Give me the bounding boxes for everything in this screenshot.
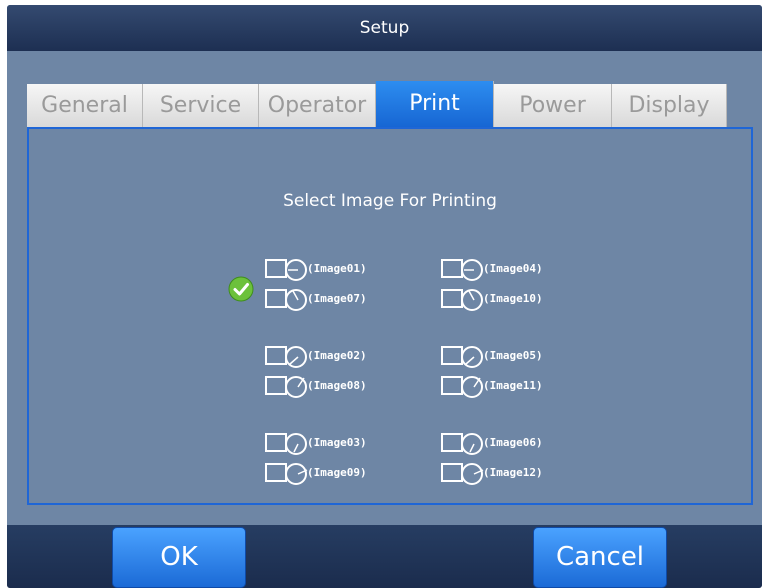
image-option-5[interactable]: (Image02) (265, 344, 425, 370)
image-option-label: (Image12) (483, 466, 543, 479)
tab-service[interactable]: Service (143, 84, 259, 127)
tab-display[interactable]: Display (612, 84, 727, 127)
tab-power[interactable]: Power (494, 84, 612, 127)
panel-title: Select Image For Printing (283, 191, 497, 211)
title-bar: Setup (7, 5, 762, 51)
image-option-7[interactable]: (Image08) (265, 374, 425, 400)
image-thumbnail-icon (265, 259, 307, 281)
image-thumbnail-icon (441, 433, 483, 455)
image-option-2[interactable]: (Image04) (441, 257, 601, 283)
image-thumbnail-icon (265, 376, 307, 398)
tab-operator[interactable]: Operator (259, 84, 376, 127)
image-thumbnail-icon (265, 289, 307, 311)
window-title: Setup (359, 18, 410, 38)
image-thumbnail-icon (265, 346, 307, 368)
image-thumbnail-icon (265, 433, 307, 455)
image-option-label: (Image11) (483, 379, 543, 392)
image-option-label: (Image03) (307, 436, 367, 449)
image-option-6[interactable]: (Image05) (441, 344, 601, 370)
image-option-label: (Image02) (307, 349, 367, 362)
image-thumbnail-icon (441, 259, 483, 281)
tab-print[interactable]: Print (376, 81, 494, 127)
image-option-label: (Image08) (307, 379, 367, 392)
ok-button[interactable]: OK (112, 527, 246, 588)
image-thumbnail-icon (441, 289, 483, 311)
image-option-label: (Image01) (307, 262, 367, 275)
image-option-label: (Image04) (483, 262, 543, 275)
image-thumbnail-icon (441, 346, 483, 368)
selected-check-icon (228, 276, 254, 302)
image-option-label: (Image10) (483, 292, 543, 305)
image-option-3[interactable]: (Image07) (265, 287, 425, 313)
cancel-button[interactable]: Cancel (533, 527, 667, 588)
image-option-12[interactable]: (Image12) (441, 461, 601, 487)
image-thumbnail-icon (441, 463, 484, 485)
image-option-label: (Image05) (483, 349, 543, 362)
image-option-10[interactable]: (Image06) (441, 431, 601, 457)
image-option-9[interactable]: (Image03) (265, 431, 425, 457)
image-option-label: (Image06) (483, 436, 543, 449)
setup-window: Setup General Service Operator Print Pow… (7, 5, 762, 588)
image-option-label: (Image09) (307, 466, 367, 479)
image-thumbnail-icon (265, 463, 308, 485)
image-thumbnail-icon (441, 376, 483, 398)
image-option-8[interactable]: (Image11) (441, 374, 601, 400)
image-option-label: (Image07) (307, 292, 367, 305)
image-option-11[interactable]: (Image09) (265, 461, 425, 487)
tab-general[interactable]: General (27, 84, 143, 127)
image-option-1[interactable]: (Image01) (265, 257, 425, 283)
image-option-4[interactable]: (Image10) (441, 287, 601, 313)
